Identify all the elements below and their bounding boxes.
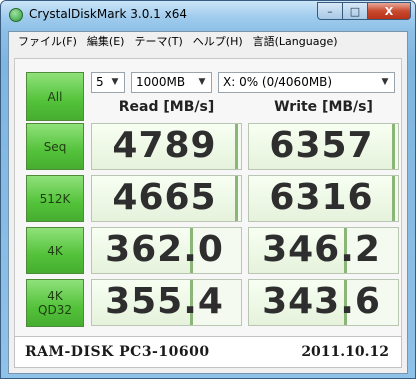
4k-qd32-test-button[interactable]: 4K QD32 [26,279,84,327]
512k-write-result: 6316 [248,175,399,222]
seq-write-value: 6357 [269,125,374,166]
4k-read-result: 362.0 [91,227,242,274]
512k-test-button[interactable]: 512K [26,175,84,222]
512k-write-value: 6316 [269,177,374,218]
close-button[interactable]: X [367,2,411,20]
minimize-button[interactable]: – [317,2,343,20]
drive-select[interactable]: X: 0% (0/4060MB) ▼ [218,72,395,93]
4k-qd32-read-result: 355.4 [91,279,242,326]
write-header: Write [MB/s] [274,99,373,115]
seq-test-button[interactable]: Seq [26,123,84,170]
seq-read-result: 4789 [91,123,242,170]
comment-text: RAM-DISK PC3-10600 [25,344,210,360]
test-count-value: 5 [96,75,104,89]
menu-file[interactable]: ファイル(F) [13,32,82,52]
menu-theme[interactable]: テーマ(T) [129,32,187,52]
benchmark-panel: All 5 ▼ 1000MB ▼ X: 0% (0/4060MB) ▼ Read… [14,58,402,367]
chevron-down-icon: ▼ [198,77,206,87]
maximize-button[interactable]: □ [342,2,368,20]
drive-value: X: 0% (0/4060MB) [223,75,333,89]
4k-write-result: 346.2 [248,227,399,274]
app-window: CrystalDiskMark 3.0.1 x64 – □ X ファイル(F) … [0,0,416,379]
test-size-value: 1000MB [136,75,186,89]
4k-qd32-write-value: 343.6 [262,281,381,322]
test-size-select[interactable]: 1000MB ▼ [131,72,212,93]
menu-bar: ファイル(F) 編集(E) テーマ(T) ヘルプ(H) 言語(Language) [9,32,407,52]
chevron-down-icon: ▼ [111,77,119,87]
window-title: CrystalDiskMark 3.0.1 x64 [29,7,187,21]
comment-box[interactable]: RAM-DISK PC3-10600 2011.10.12 [14,336,402,368]
4k-qd32-read-value: 355.4 [105,281,224,322]
4k-test-button[interactable]: 4K [26,227,84,274]
menu-edit[interactable]: 編集(E) [82,32,130,52]
menu-language[interactable]: 言語(Language) [248,32,343,52]
512k-read-value: 4665 [112,177,217,218]
client-area: ファイル(F) 編集(E) テーマ(T) ヘルプ(H) 言語(Language)… [8,31,408,374]
4k-read-value: 362.0 [105,229,224,270]
all-button[interactable]: All [26,72,84,121]
title-bar[interactable]: CrystalDiskMark 3.0.1 x64 – □ X [1,1,415,29]
chevron-down-icon: ▼ [381,77,389,87]
4k-write-value: 346.2 [262,229,381,270]
menu-help[interactable]: ヘルプ(H) [188,32,248,52]
comment-date: 2011.10.12 [301,344,389,360]
seq-read-value: 4789 [112,125,217,166]
read-header: Read [MB/s] [118,99,215,115]
4k-qd32-write-result: 343.6 [248,279,399,326]
app-disk-icon [9,8,23,22]
test-count-select[interactable]: 5 ▼ [91,72,125,93]
512k-read-result: 4665 [91,175,242,222]
seq-write-result: 6357 [248,123,399,170]
